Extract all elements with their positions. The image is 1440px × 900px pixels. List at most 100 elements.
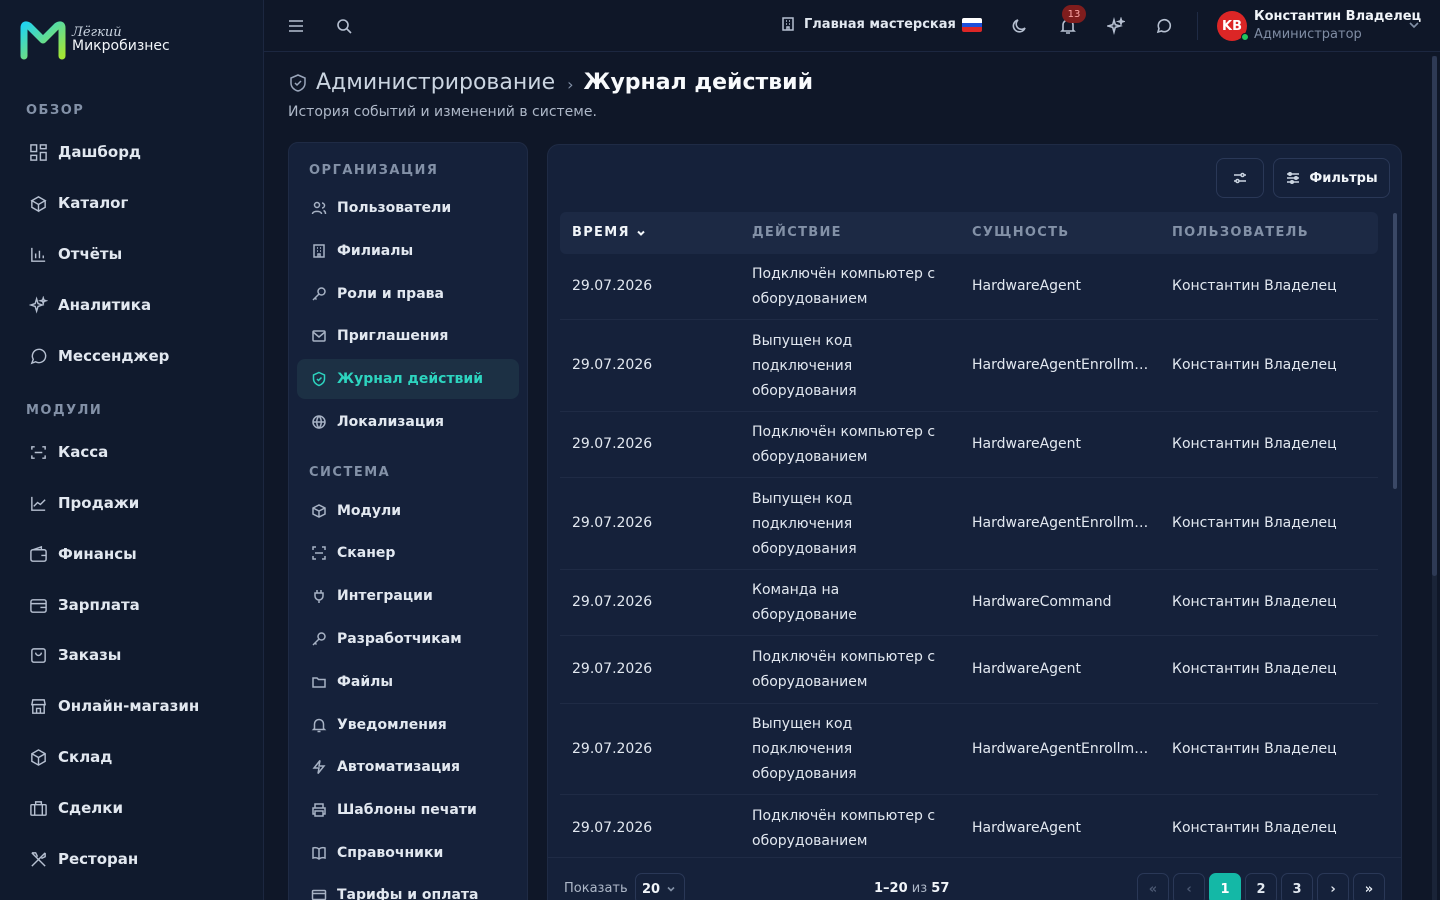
sidebar-item-label: Сделки — [58, 799, 123, 817]
page-size-label: Показать — [564, 881, 628, 896]
chevron-down-icon — [667, 886, 675, 892]
table-row[interactable]: 29.07.2026 Подключён компьютер с оборудо… — [560, 412, 1378, 478]
sidebar: Лёгкий Микробизнес ОБЗОР Дашборд Каталог… — [0, 0, 264, 900]
globe-icon — [312, 415, 326, 430]
column-header-time[interactable]: ВРЕМЯ — [572, 225, 646, 240]
settings-section-org: ОРГАНИЗАЦИЯ — [309, 163, 439, 178]
page-scrollbar[interactable] — [1432, 56, 1437, 900]
table-row[interactable]: 29.07.2026 Выпущен код подключения обору… — [560, 320, 1378, 412]
page-size-select[interactable]: 20 — [635, 873, 685, 900]
scan-icon — [312, 546, 326, 560]
settings-item-label: Филиалы — [337, 243, 414, 259]
language-flag-icon[interactable] — [962, 18, 982, 32]
sparkles-icon[interactable] — [1104, 14, 1128, 38]
settings-item-modules[interactable]: Модули — [297, 491, 519, 531]
settings-item-label: Шаблоны печати — [337, 802, 477, 818]
book-icon — [312, 846, 326, 860]
moon-icon[interactable] — [1008, 14, 1032, 38]
page-subtitle: История событий и изменений в системе. — [288, 104, 597, 120]
first-page-button[interactable]: « — [1137, 873, 1169, 900]
shield-icon — [312, 371, 326, 387]
sidebar-item-payroll[interactable]: Зарплата — [28, 590, 140, 620]
sidebar-item-label: Каталог — [58, 194, 129, 212]
sidebar-item-label: Мессенджер — [58, 347, 170, 365]
table-row[interactable]: 29.07.2026 Подключён компьютер с оборудо… — [560, 636, 1378, 704]
column-settings-button[interactable] — [1216, 158, 1264, 198]
building-icon — [782, 17, 794, 31]
workshop-selector[interactable]: Главная мастерская — [780, 16, 956, 32]
dashboard-icon — [28, 142, 48, 162]
column-header-user[interactable]: ПОЛЬЗОВАТЕЛЬ — [1172, 225, 1309, 240]
settings-item-integrations[interactable]: Интеграции — [297, 576, 519, 616]
sidebar-item-deals[interactable]: Сделки — [28, 793, 123, 823]
prev-page-button[interactable]: ‹ — [1173, 873, 1205, 900]
sidebar-item-warehouse[interactable]: Склад — [28, 742, 112, 772]
table-row[interactable]: 29.07.2026 Подключён компьютер с оборудо… — [560, 795, 1378, 861]
table-scrollbar[interactable] — [1393, 213, 1397, 489]
cell-user: Константин Владелец — [1172, 594, 1337, 610]
settings-item-label: Разработчикам — [337, 631, 462, 647]
cell-action: Выпущен код подключения оборудования — [752, 716, 857, 782]
settings-item-developers[interactable]: Разработчикам — [297, 619, 519, 659]
settings-item-invitations[interactable]: Приглашения — [297, 316, 519, 356]
menu-icon[interactable] — [284, 14, 308, 38]
settings-item-billing[interactable]: Тарифы и оплата — [297, 875, 519, 900]
user-name[interactable]: Константин Владелец — [1254, 9, 1421, 24]
sidebar-item-orders[interactable]: Заказы — [28, 640, 121, 670]
topbar: Главная мастерская 13 KB Константин Влад… — [264, 0, 1440, 52]
page-button-2[interactable]: 2 — [1245, 873, 1277, 900]
sidebar-item-cashbox[interactable]: Касса — [28, 437, 108, 467]
sidebar-item-restaurant[interactable]: Ресторан — [28, 844, 138, 874]
table-row[interactable]: 29.07.2026 Выпущен код подключения обору… — [560, 704, 1378, 795]
sidebar-item-messenger[interactable]: Мессенджер — [28, 341, 169, 371]
sidebar-section-overview: ОБЗОР — [26, 103, 85, 118]
brand-logo[interactable]: Лёгкий Микробизнес — [20, 20, 170, 60]
settings-item-notifications[interactable]: Уведомления — [297, 705, 519, 745]
search-icon[interactable] — [332, 14, 356, 38]
chevron-down-icon[interactable] — [1407, 18, 1421, 36]
settings-item-roles[interactable]: Роли и права — [297, 274, 519, 314]
briefcase-icon — [28, 798, 48, 818]
payroll-icon — [28, 595, 48, 615]
chat-icon[interactable] — [1152, 14, 1176, 38]
cube-icon — [312, 504, 326, 518]
settings-item-label: Модули — [337, 503, 402, 519]
settings-item-localization[interactable]: Локализация — [297, 402, 519, 442]
sidebar-item-finance[interactable]: Финансы — [28, 539, 137, 569]
settings-item-scanner[interactable]: Сканер — [297, 533, 519, 573]
cell-entity: HardwareAgentEnrollment — [972, 515, 1150, 531]
last-page-button[interactable]: » — [1353, 873, 1385, 900]
column-header-label: ВРЕМЯ — [572, 225, 630, 240]
brand-name: Микробизнес — [72, 38, 170, 55]
sidebar-item-analytics[interactable]: Аналитика — [28, 290, 151, 320]
column-header-entity[interactable]: СУЩНОСТЬ — [972, 225, 1069, 240]
sidebar-item-reports[interactable]: Отчёты — [28, 239, 122, 269]
settings-item-branches[interactable]: Филиалы — [297, 231, 519, 271]
filters-button[interactable]: Фильтры — [1273, 158, 1390, 198]
sidebar-section-modules: МОДУЛИ — [26, 403, 103, 418]
cutlery-icon — [28, 849, 48, 869]
page-scrollbar-thumb[interactable] — [1432, 56, 1437, 576]
page-button-1[interactable]: 1 — [1209, 873, 1241, 900]
settings-item-audit-log[interactable]: Журнал действий — [297, 359, 519, 399]
sidebar-item-dashboard[interactable]: Дашборд — [28, 137, 141, 167]
sidebar-item-online-store[interactable]: Онлайн-магазин — [28, 691, 199, 721]
sidebar-item-label: Заказы — [58, 646, 122, 664]
next-page-button[interactable]: › — [1317, 873, 1349, 900]
settings-item-directories[interactable]: Справочники — [297, 833, 519, 873]
settings-item-users[interactable]: Пользователи — [297, 188, 519, 228]
page-button-3[interactable]: 3 — [1281, 873, 1313, 900]
settings-item-automation[interactable]: Автоматизация — [297, 747, 519, 787]
sidebar-item-sales[interactable]: Продажи — [28, 488, 139, 518]
cell-action: Выпущен код подключения оборудования — [752, 491, 857, 557]
settings-item-print-templates[interactable]: Шаблоны печати — [297, 790, 519, 830]
table-row[interactable]: 29.07.2026 Выпущен код подключения обору… — [560, 478, 1378, 570]
printer-icon — [312, 803, 326, 817]
settings-item-files[interactable]: Файлы — [297, 662, 519, 702]
orders-icon — [28, 645, 48, 665]
breadcrumb-parent[interactable]: Администрирование — [316, 70, 555, 95]
table-row[interactable]: 29.07.2026 Команда на оборудование Hardw… — [560, 570, 1378, 636]
column-header-action[interactable]: ДЕЙСТВИЕ — [752, 225, 842, 240]
table-row[interactable]: 29.07.2026 Подключён компьютер с оборудо… — [560, 254, 1378, 320]
sidebar-item-catalog[interactable]: Каталог — [28, 188, 128, 218]
